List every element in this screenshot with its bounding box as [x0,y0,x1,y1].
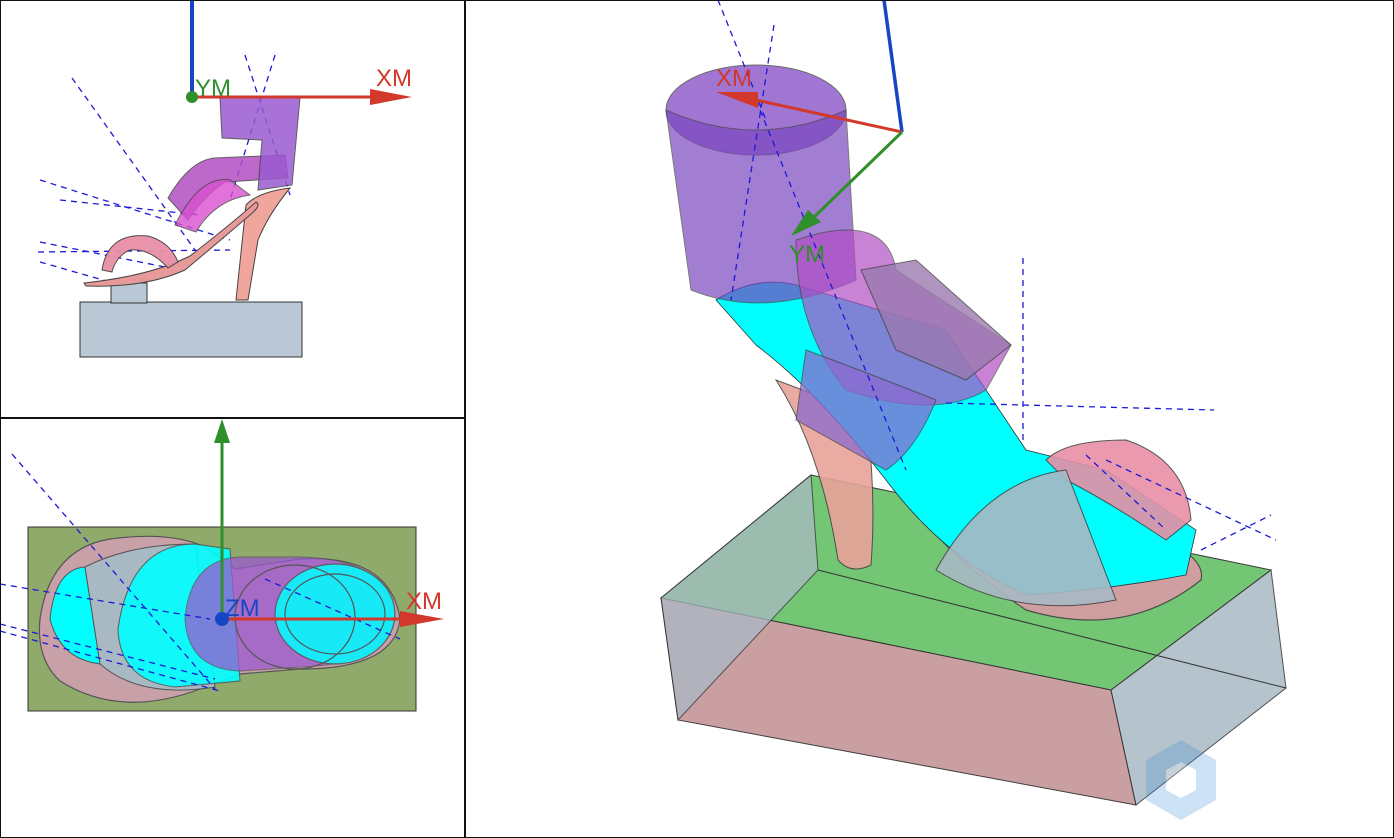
iso-view-canvas[interactable]: XM YM [466,0,1394,838]
y-axis-arrow-icon [214,419,230,443]
x-axis-label: XM [716,65,752,92]
sole-shape[interactable] [83,201,259,287]
front-view-viewport[interactable]: XM YM [0,0,466,419]
iso-view-viewport[interactable]: XM YM [466,0,1394,838]
x-axis-label: XM [376,65,412,92]
fixture-block[interactable] [79,301,303,358]
z-axis-label: ZM [225,595,260,622]
top-view-canvas[interactable]: XM ZM [0,419,464,838]
frame-top-edge [0,0,1394,1]
y-axis-label: YM [789,241,825,268]
heel-shape[interactable] [235,187,292,301]
z-axis-line [882,0,904,133]
frame-left-edge [0,0,1,838]
x-axis-label: XM [406,588,442,615]
heel-ring-outer[interactable] [274,563,396,665]
front-view-canvas[interactable]: XM YM [0,0,464,417]
top-view-viewport[interactable]: XM ZM [0,419,466,838]
toe-strap[interactable] [101,235,179,273]
y-axis-label: YM [195,75,231,102]
